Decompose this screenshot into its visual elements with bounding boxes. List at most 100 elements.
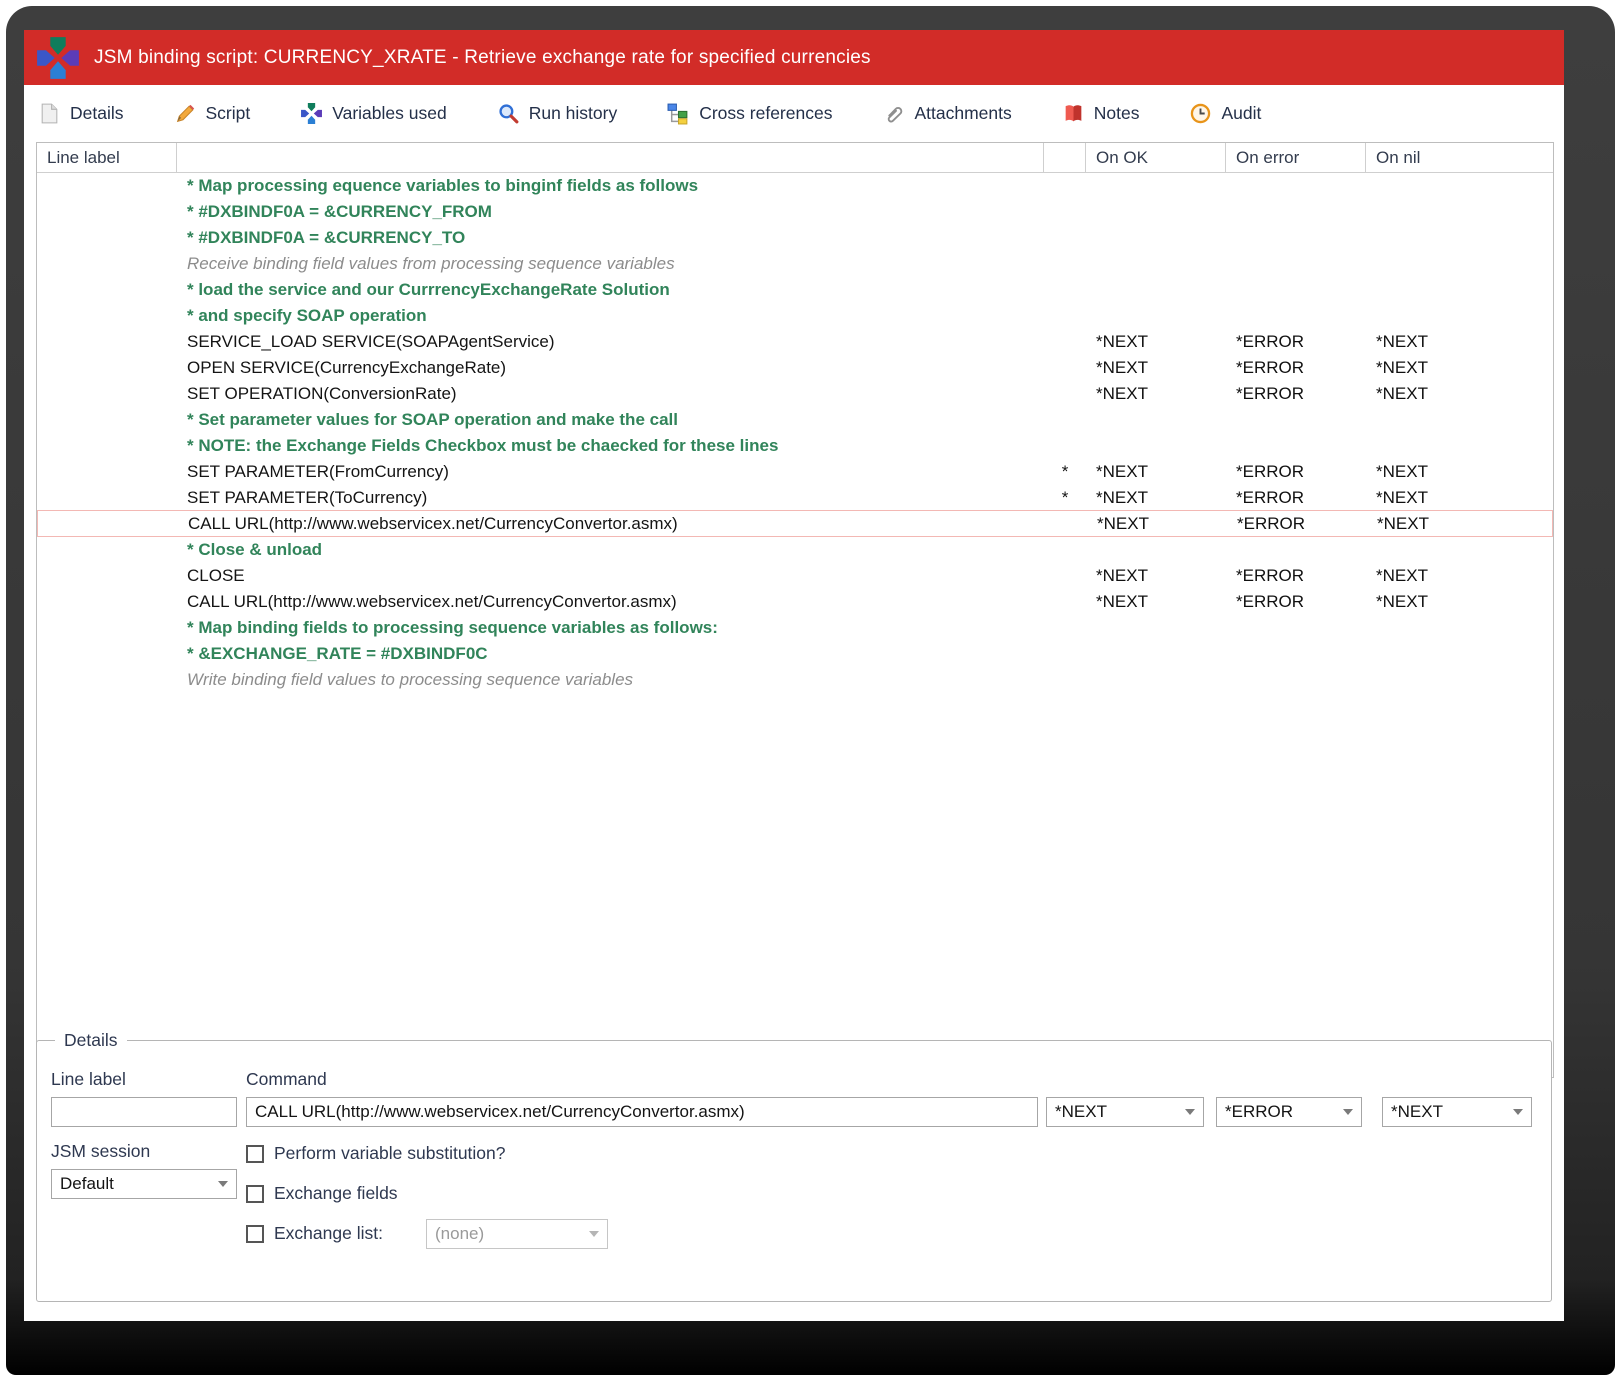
toolbar-item-details[interactable]: Details: [38, 102, 124, 125]
script-row[interactable]: CLOSE *NEXT *ERROR *NEXT: [37, 563, 1553, 589]
script-row[interactable]: * Set parameter values for SOAP operatio…: [37, 407, 1553, 433]
script-row[interactable]: CALL URL(http://www.webservicex.net/Curr…: [37, 589, 1553, 615]
grid-header: Line label On OK On error On nil: [37, 143, 1553, 173]
column-header-exchange-flag[interactable]: [1044, 143, 1086, 172]
script-row[interactable]: * NOTE: the Exchange Fields Checkbox mus…: [37, 433, 1553, 459]
script-row[interactable]: Write binding field values to processing…: [37, 667, 1553, 693]
command-cell: * #DXBINDF0A = &CURRENCY_TO: [187, 228, 466, 247]
toolbar-item-run-history[interactable]: Run history: [497, 102, 618, 125]
command-cell: CALL URL(http://www.webservicex.net/Curr…: [188, 513, 678, 533]
on-nil-cell: *NEXT: [1376, 384, 1428, 403]
command-input[interactable]: [246, 1097, 1038, 1127]
command-cell: SET OPERATION(ConversionRate): [187, 384, 457, 403]
exchange-flag-cell: *: [1061, 462, 1069, 481]
on-nil-value: *NEXT: [1391, 1102, 1443, 1121]
toolbar-item-attachments[interactable]: Attachments: [882, 102, 1012, 125]
chevron-down-icon: [1513, 1109, 1523, 1115]
on-nil-cell: *NEXT: [1376, 332, 1428, 351]
script-row[interactable]: * Close & unload: [37, 537, 1553, 563]
on-nil-cell: *NEXT: [1376, 358, 1428, 377]
command-cell: * #DXBINDF0A = &CURRENCY_FROM: [187, 202, 492, 221]
toolbar-item-label: Details: [70, 103, 124, 123]
exchange-list-row: Exchange list:: [246, 1223, 383, 1244]
on-nil-cell: *NEXT: [1376, 462, 1428, 481]
column-header-on-nil[interactable]: On nil: [1366, 143, 1553, 172]
toolbar-item-label: Script: [205, 103, 251, 123]
on-ok-cell: *NEXT: [1096, 592, 1148, 611]
command-cell: * and specify SOAP operation: [187, 306, 427, 325]
book-icon: [1062, 102, 1085, 125]
toolbar-item-audit[interactable]: Audit: [1189, 102, 1261, 125]
on-ok-cell: *NEXT: [1096, 358, 1148, 377]
on-nil-select[interactable]: *NEXT: [1382, 1097, 1532, 1127]
script-row-selected[interactable]: CALL URL(http://www.webservicex.net/Curr…: [37, 510, 1553, 537]
command-cell: Receive binding field values from proces…: [187, 254, 675, 273]
toolbar-item-label: Audit: [1221, 103, 1262, 123]
exchange-list-select[interactable]: (none): [426, 1219, 608, 1249]
script-row[interactable]: * Map binding fields to processing seque…: [37, 615, 1553, 641]
on-error-cell: *ERROR: [1236, 592, 1305, 611]
toolbar-item-label: Variables used: [332, 103, 447, 123]
script-row[interactable]: * #DXBINDF0A = &CURRENCY_TO: [37, 225, 1553, 251]
on-error-cell: *ERROR: [1236, 566, 1305, 585]
toolbar-item-variables-used[interactable]: Variables used: [300, 102, 447, 125]
command-cell: Write binding field values to processing…: [187, 670, 634, 689]
line-label-label: Line label: [51, 1069, 126, 1089]
command-cell: CALL URL(http://www.webservicex.net/Curr…: [187, 592, 677, 611]
on-error-cell: *ERROR: [1236, 384, 1305, 403]
toolbar-item-script[interactable]: Script: [174, 102, 251, 125]
exchange-list-label: Exchange list:: [274, 1223, 383, 1243]
exchange-list-checkbox[interactable]: [246, 1224, 264, 1243]
command-cell: SET PARAMETER(ToCurrency): [187, 488, 428, 507]
column-header-command[interactable]: [177, 143, 1044, 172]
script-row[interactable]: * and specify SOAP operation: [37, 303, 1553, 329]
exchange-fields-checkbox[interactable]: [246, 1184, 264, 1203]
script-row[interactable]: SET PARAMETER(FromCurrency) * *NEXT *ERROR *…: [37, 459, 1553, 485]
toolbar-item-cross-references[interactable]: Cross references: [667, 102, 832, 125]
toolbar-item-notes[interactable]: Notes: [1062, 102, 1139, 125]
on-ok-cell: *NEXT: [1096, 566, 1148, 585]
perform-variable-substitution-label: Perform variable substitution?: [274, 1143, 506, 1163]
jsm-session-label: JSM session: [51, 1141, 151, 1161]
toolbar-item-label: Attachments: [914, 103, 1012, 123]
script-row[interactable]: Receive binding field values from proces…: [37, 251, 1553, 277]
script-row[interactable]: SERVICE_LOAD SERVICE(SOAPAgentService) *N…: [37, 329, 1553, 355]
screenshot-page: JSM binding script: CURRENCY_XRATE - Ret…: [0, 0, 1619, 1375]
on-ok-value: *NEXT: [1055, 1102, 1107, 1121]
jsm-session-select[interactable]: Default: [51, 1169, 237, 1199]
grid-body: * Map processing equence variables to bi…: [37, 173, 1553, 693]
column-header-on-ok[interactable]: On OK: [1086, 143, 1226, 172]
on-error-cell: *ERROR: [1237, 513, 1306, 533]
app-icon: [37, 36, 79, 79]
on-nil-cell: *NEXT: [1377, 513, 1429, 533]
script-row[interactable]: * load the service and our CurrrencyExch…: [37, 277, 1553, 303]
pencil-icon: [174, 102, 197, 125]
toolbar-item-label: Cross references: [699, 103, 833, 123]
column-header-on-error[interactable]: On error: [1226, 143, 1366, 172]
app-window: JSM binding script: CURRENCY_XRATE - Ret…: [24, 30, 1564, 1321]
command-cell: OPEN SERVICE(CurrencyExchangeRate): [187, 358, 507, 377]
command-cell: * Set parameter values for SOAP operatio…: [187, 410, 678, 429]
command-cell: * load the service and our CurrrencyExch…: [187, 280, 670, 299]
script-row[interactable]: * Map processing equence variables to bi…: [37, 173, 1553, 199]
script-row[interactable]: * #DXBINDF0A = &CURRENCY_FROM: [37, 199, 1553, 225]
script-row[interactable]: OPEN SERVICE(CurrencyExchangeRate) *NEXT *…: [37, 355, 1553, 381]
window-title: JSM binding script: CURRENCY_XRATE - Ret…: [94, 46, 871, 68]
on-error-cell: *ERROR: [1236, 462, 1305, 481]
script-row[interactable]: * &EXCHANGE_RATE = #DXBINDF0C: [37, 641, 1553, 667]
on-ok-cell: *NEXT: [1097, 513, 1149, 533]
toolbar-item-label: Run history: [528, 103, 618, 123]
perform-variable-substitution-checkbox[interactable]: [246, 1144, 264, 1163]
column-header-line-label[interactable]: Line label: [37, 143, 177, 172]
command-cell: * &EXCHANGE_RATE = #DXBINDF0C: [187, 644, 488, 663]
script-row[interactable]: SET PARAMETER(ToCurrency) * *NEXT *ERROR *NE…: [37, 485, 1553, 511]
exchange-flag-cell: *: [1061, 488, 1069, 507]
on-error-select[interactable]: *ERROR: [1216, 1097, 1362, 1127]
line-label-input[interactable]: [51, 1097, 237, 1127]
command-cell: CLOSE: [187, 566, 245, 585]
jsm-session-value: Default: [60, 1174, 114, 1193]
on-ok-cell: *NEXT: [1096, 384, 1148, 403]
script-row[interactable]: SET OPERATION(ConversionRate) *NEXT *ERROR…: [37, 381, 1553, 407]
on-ok-select[interactable]: *NEXT: [1046, 1097, 1204, 1127]
on-error-cell: *ERROR: [1236, 488, 1305, 507]
